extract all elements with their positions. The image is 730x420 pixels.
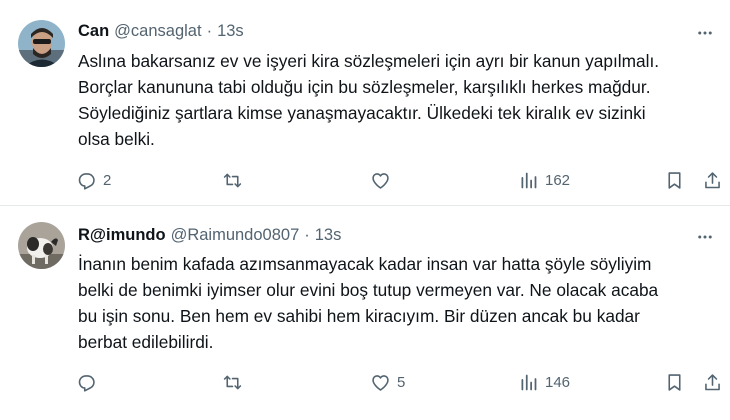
more-horizontal-icon [698,235,712,239]
heart-icon [372,374,389,391]
share-icon [705,373,720,390]
reply-button[interactable] [76,369,103,395]
tweet-text-line: belki de benimki iyimser olur evini boş … [78,280,659,300]
reply-icon [78,172,95,190]
retweet-icon [223,173,242,187]
reply-button[interactable]: 2 [76,167,111,193]
avatar[interactable] [18,20,65,67]
views-chart-icon [521,172,537,188]
tweet-header: R@imundo @Raimundo0807 · 13s [78,226,341,248]
tweet-actions: 2 162 [76,167,724,193]
views-button[interactable]: 146 [518,369,570,395]
bookmark-button[interactable] [664,369,685,395]
reply-count: 2 [103,171,112,189]
user-handle[interactable]: @Raimundo0807 [171,226,300,245]
tweet-text-line: Borçlar kanununa tabi olduğu için bu söz… [78,77,651,97]
retweet-button[interactable] [222,369,249,395]
like-button[interactable] [370,167,397,193]
separator-dot: · [206,22,213,40]
share-icon [705,171,720,188]
views-chart-icon [521,374,537,390]
tweet[interactable]: R@imundo @Raimundo0807 · 13s İnanın beni… [0,206,730,420]
tweet-text-line: bu işin sonu. Ben hem ev sahibi hem kira… [78,306,640,326]
tweet-text-line: berbat edilebilirdi. [78,332,214,352]
tweet-text-line: Aslına bakarsanız ev ve işyeri kira sözl… [78,51,660,71]
bookmark-icon [668,171,681,189]
avatar[interactable] [18,222,65,269]
reply-icon [78,374,95,392]
tweet-text: İnanın benim kafada azımsanmayacak kadar… [78,251,718,355]
user-handle[interactable]: @cansaglat [114,22,201,41]
tweet-text: Aslına bakarsanız ev ve işyeri kira sözl… [78,48,718,152]
avatar-photo [18,222,65,269]
separator-dot: · [304,226,310,244]
share-button[interactable] [702,369,723,395]
like-button[interactable]: 5 [370,369,405,395]
more-options-button[interactable] [694,226,716,248]
tweet-text-line: Söylediğiniz şartlara kimse yanaşmayacak… [78,103,646,123]
display-name[interactable]: R@imundo [78,226,166,245]
views-count: 146 [545,373,571,391]
timestamp[interactable]: 13s [217,22,244,41]
timestamp[interactable]: 13s [315,226,342,245]
tweet-actions: 5 146 [76,369,724,395]
tweet-header: Can @cansaglat · 13s [78,22,244,44]
tweet-text-line: olsa belki. [78,129,155,149]
bookmark-icon [668,373,681,391]
retweet-button[interactable] [222,167,249,193]
views-button[interactable]: 162 [518,167,570,193]
more-options-button[interactable] [694,22,716,44]
retweet-icon [223,375,242,389]
tweet[interactable]: Can @cansaglat · 13s Aslına bakarsanız e… [0,0,730,206]
avatar-photo [18,20,65,67]
heart-icon [372,172,389,189]
more-horizontal-icon [698,31,712,35]
tweet-text-line: İnanın benim kafada azımsanmayacak kadar… [78,254,652,274]
display-name[interactable]: Can [78,22,109,41]
views-count: 162 [545,171,571,189]
share-button[interactable] [702,167,723,193]
bookmark-button[interactable] [664,167,685,193]
like-count: 5 [397,373,406,391]
